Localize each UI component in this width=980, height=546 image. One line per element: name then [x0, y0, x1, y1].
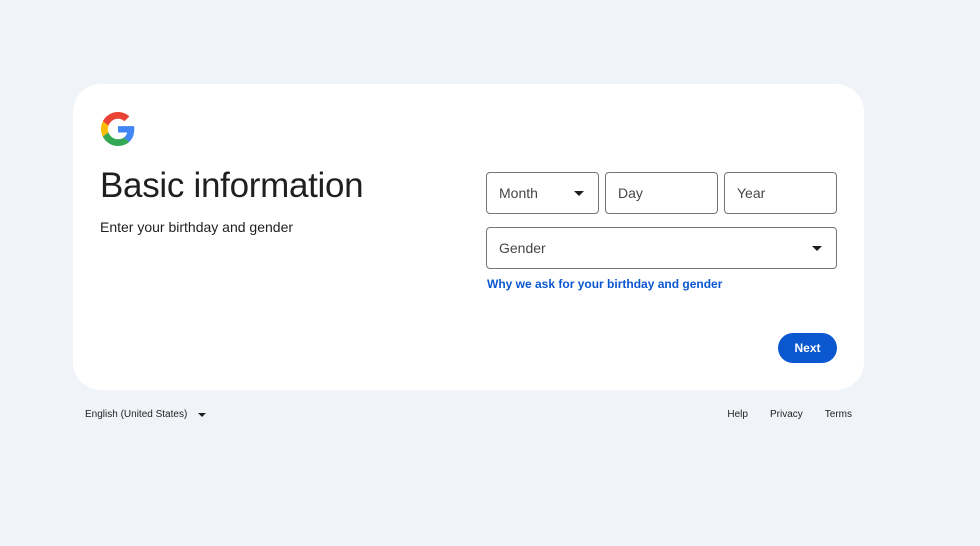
language-selector-label: English (United States): [85, 409, 188, 420]
help-link[interactable]: Help: [727, 409, 748, 420]
day-input[interactable]: Day: [605, 172, 718, 214]
page-title: Basic information: [100, 166, 364, 205]
terms-link[interactable]: Terms: [825, 409, 852, 420]
caret-down-icon: [574, 190, 584, 196]
year-input-placeholder: Year: [737, 185, 766, 201]
why-we-ask-link[interactable]: Why we ask for your birthday and gender: [487, 277, 722, 291]
next-button[interactable]: Next: [778, 333, 837, 363]
language-selector[interactable]: English (United States): [85, 409, 207, 420]
signup-card: Basic information Enter your birthday an…: [73, 84, 864, 390]
year-input[interactable]: Year: [724, 172, 837, 214]
day-input-placeholder: Day: [618, 185, 643, 201]
month-select-label: Month: [499, 185, 538, 201]
google-logo-icon: [101, 112, 135, 146]
caret-down-icon: [198, 412, 207, 417]
month-select[interactable]: Month: [486, 172, 599, 214]
gender-select[interactable]: Gender: [486, 227, 837, 269]
footer-links: Help Privacy Terms: [727, 409, 852, 420]
gender-select-label: Gender: [499, 240, 546, 256]
caret-down-icon: [812, 245, 822, 251]
page-subtitle: Enter your birthday and gender: [100, 219, 294, 235]
privacy-link[interactable]: Privacy: [770, 409, 803, 420]
